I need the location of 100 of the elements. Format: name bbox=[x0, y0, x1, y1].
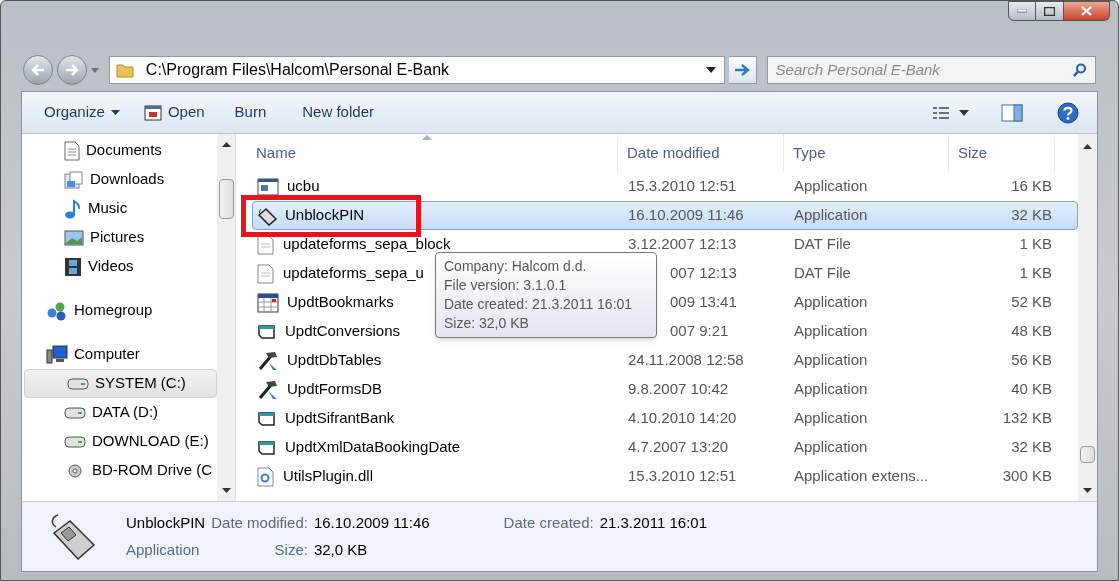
file-name[interactable]: UpdtConversions bbox=[253, 320, 441, 343]
size-cell-text: 32 KB bbox=[1010, 205, 1053, 226]
sidebar-item[interactable]: SYSTEM (C:) bbox=[24, 369, 217, 398]
file-name: UnblockPIN bbox=[126, 512, 206, 533]
preview-pane-icon[interactable] bbox=[1001, 103, 1023, 122]
music-note-icon bbox=[64, 198, 82, 219]
picture-icon bbox=[64, 229, 84, 246]
file-name[interactable]: updateforms_sepa_u bbox=[253, 262, 441, 285]
file-name[interactable]: UpdtDbTables bbox=[253, 349, 619, 372]
file-name[interactable]: UnblockPIN bbox=[253, 204, 619, 227]
date-cell-text: 007 12:13 bbox=[670, 263, 738, 284]
toolbar-button[interactable]: New folder bbox=[292, 98, 384, 127]
dropdown-caret-icon[interactable] bbox=[705, 67, 716, 73]
hammer-icon bbox=[257, 350, 279, 371]
window-icon bbox=[257, 322, 277, 341]
sidebar-item[interactable]: Videos bbox=[22, 252, 217, 281]
file-name[interactable]: UpdtXmlDataBookingDate bbox=[253, 436, 619, 459]
scroll-down-icon[interactable] bbox=[1083, 488, 1092, 493]
scroll-down-icon[interactable] bbox=[221, 488, 231, 493]
forward-button[interactable] bbox=[56, 55, 87, 85]
column-header[interactable]: Size bbox=[949, 134, 1055, 172]
search-input: Search Personal E-Bank bbox=[775, 58, 1073, 82]
column-header[interactable]: Type bbox=[784, 134, 949, 172]
caret-icon[interactable] bbox=[90, 67, 99, 73]
sidebar-item[interactable]: Pictures bbox=[22, 223, 217, 252]
tooltip-line: Date created: 21.3.2011 16:01 bbox=[444, 295, 634, 314]
sidebar-item[interactable]: Homegroup bbox=[22, 296, 217, 325]
sidebar-item[interactable]: Documents bbox=[22, 136, 217, 165]
toolbar-button[interactable]: Organize bbox=[34, 98, 130, 127]
caret-icon bbox=[110, 110, 120, 115]
search-field[interactable]: Search Personal E-Bank bbox=[766, 56, 1096, 84]
sidebar-item[interactable]: BD-ROM Drive (C bbox=[22, 456, 217, 485]
file-row[interactable]: UnblockPIN 16.10.2009 11:46 Application 32 KB bbox=[252, 201, 1078, 230]
column-header[interactable]: Date modified bbox=[618, 134, 784, 172]
view-options-icon[interactable] bbox=[933, 105, 951, 120]
sidebar-item[interactable]: DOWNLOAD (E:) bbox=[22, 427, 217, 456]
document-icon bbox=[64, 140, 80, 161]
field-label: Size: bbox=[273, 540, 308, 560]
date-cell-text: 16.10.2009 11:46 bbox=[627, 205, 745, 226]
type-cell-text: Application bbox=[793, 408, 869, 429]
file-name[interactable]: updateforms_sepa_block bbox=[253, 233, 619, 256]
card-reader-icon bbox=[257, 205, 277, 226]
size-cell-text: 16 KB bbox=[1010, 176, 1053, 197]
file-name[interactable]: UtilsPlugin.dll bbox=[253, 465, 619, 488]
file-name[interactable]: UpdtSifrantBank bbox=[253, 407, 619, 430]
sidebar-item[interactable]: DATA (D:) bbox=[22, 398, 217, 427]
date-cell-text: 9.8.2007 10:42 bbox=[627, 379, 730, 400]
address-bar[interactable]: C:\Program Files\Halcom\Personal E-Bank bbox=[108, 56, 725, 84]
close-icon bbox=[1081, 6, 1092, 16]
size-cell-text: 56 KB bbox=[1010, 350, 1053, 371]
scroll-up-icon[interactable] bbox=[221, 142, 231, 147]
type-cell-text: Application bbox=[793, 437, 869, 458]
search-icon bbox=[1073, 63, 1087, 77]
toolbar-button[interactable]: Open bbox=[133, 98, 215, 127]
toolbar-button[interactable]: Burn bbox=[224, 98, 277, 127]
minimize-button[interactable] bbox=[1008, 1, 1036, 21]
maximize-button[interactable] bbox=[1036, 1, 1064, 21]
size-cell-text: 48 KB bbox=[1010, 321, 1053, 342]
field-value: 32,0 KB bbox=[313, 540, 369, 560]
file-list-scrollbar[interactable] bbox=[1078, 134, 1097, 501]
go-arrow-icon bbox=[734, 64, 751, 76]
sidebar-item[interactable]: Downloads bbox=[22, 165, 217, 194]
column-header[interactable]: Name bbox=[252, 134, 618, 172]
date-cell-text: 4.7.2007 13:20 bbox=[627, 437, 730, 458]
help-icon[interactable] bbox=[1057, 101, 1079, 124]
type-cell-text: Application bbox=[793, 350, 869, 371]
type-cell-text: DAT File bbox=[793, 234, 852, 255]
scroll-up-icon[interactable] bbox=[1083, 144, 1092, 149]
film-strip-icon bbox=[64, 256, 82, 277]
scroll-thumb[interactable] bbox=[1080, 446, 1095, 463]
tooltip-line: Company: Halcom d.d. bbox=[444, 257, 588, 276]
drive-icon bbox=[67, 377, 89, 390]
field-label: Date modified: bbox=[211, 512, 308, 533]
size-cell-text: 1 KB bbox=[1018, 234, 1053, 255]
window-icon bbox=[257, 177, 279, 196]
computer-icon bbox=[46, 344, 68, 365]
sidebar-item[interactable]: Music bbox=[22, 194, 217, 223]
sidebar-item[interactable]: Computer bbox=[22, 340, 217, 369]
type-cell-text: DAT File bbox=[793, 263, 852, 284]
file-name[interactable]: UpdtBookmarks bbox=[253, 291, 441, 314]
date-cell-text: 24.11.2008 12:58 bbox=[627, 350, 745, 371]
type-cell-text: Application bbox=[793, 205, 869, 226]
size-cell-text: 132 KB bbox=[1001, 408, 1053, 429]
file-name[interactable]: ucbu bbox=[253, 175, 619, 198]
download-folder-icon bbox=[64, 170, 84, 189]
hammer-icon bbox=[257, 379, 279, 400]
open-icon bbox=[143, 104, 162, 121]
window-icon bbox=[257, 409, 277, 428]
date-cell-text: 007 9:21 bbox=[670, 321, 730, 342]
address-path: C:\Program Files\Halcom\Personal E-Bank bbox=[145, 60, 451, 80]
back-button[interactable] bbox=[23, 55, 53, 85]
file-name[interactable]: UpdtFormsDB bbox=[253, 378, 619, 401]
go-button[interactable] bbox=[728, 56, 757, 84]
view-caret-icon[interactable] bbox=[959, 109, 969, 116]
window-icon bbox=[257, 438, 277, 457]
scroll-thumb[interactable] bbox=[218, 179, 234, 219]
close-button[interactable] bbox=[1064, 1, 1110, 21]
field-label: Date created: bbox=[503, 512, 594, 533]
type-cell-text: Application bbox=[793, 379, 869, 400]
sidebar-scrollbar[interactable] bbox=[217, 134, 235, 501]
